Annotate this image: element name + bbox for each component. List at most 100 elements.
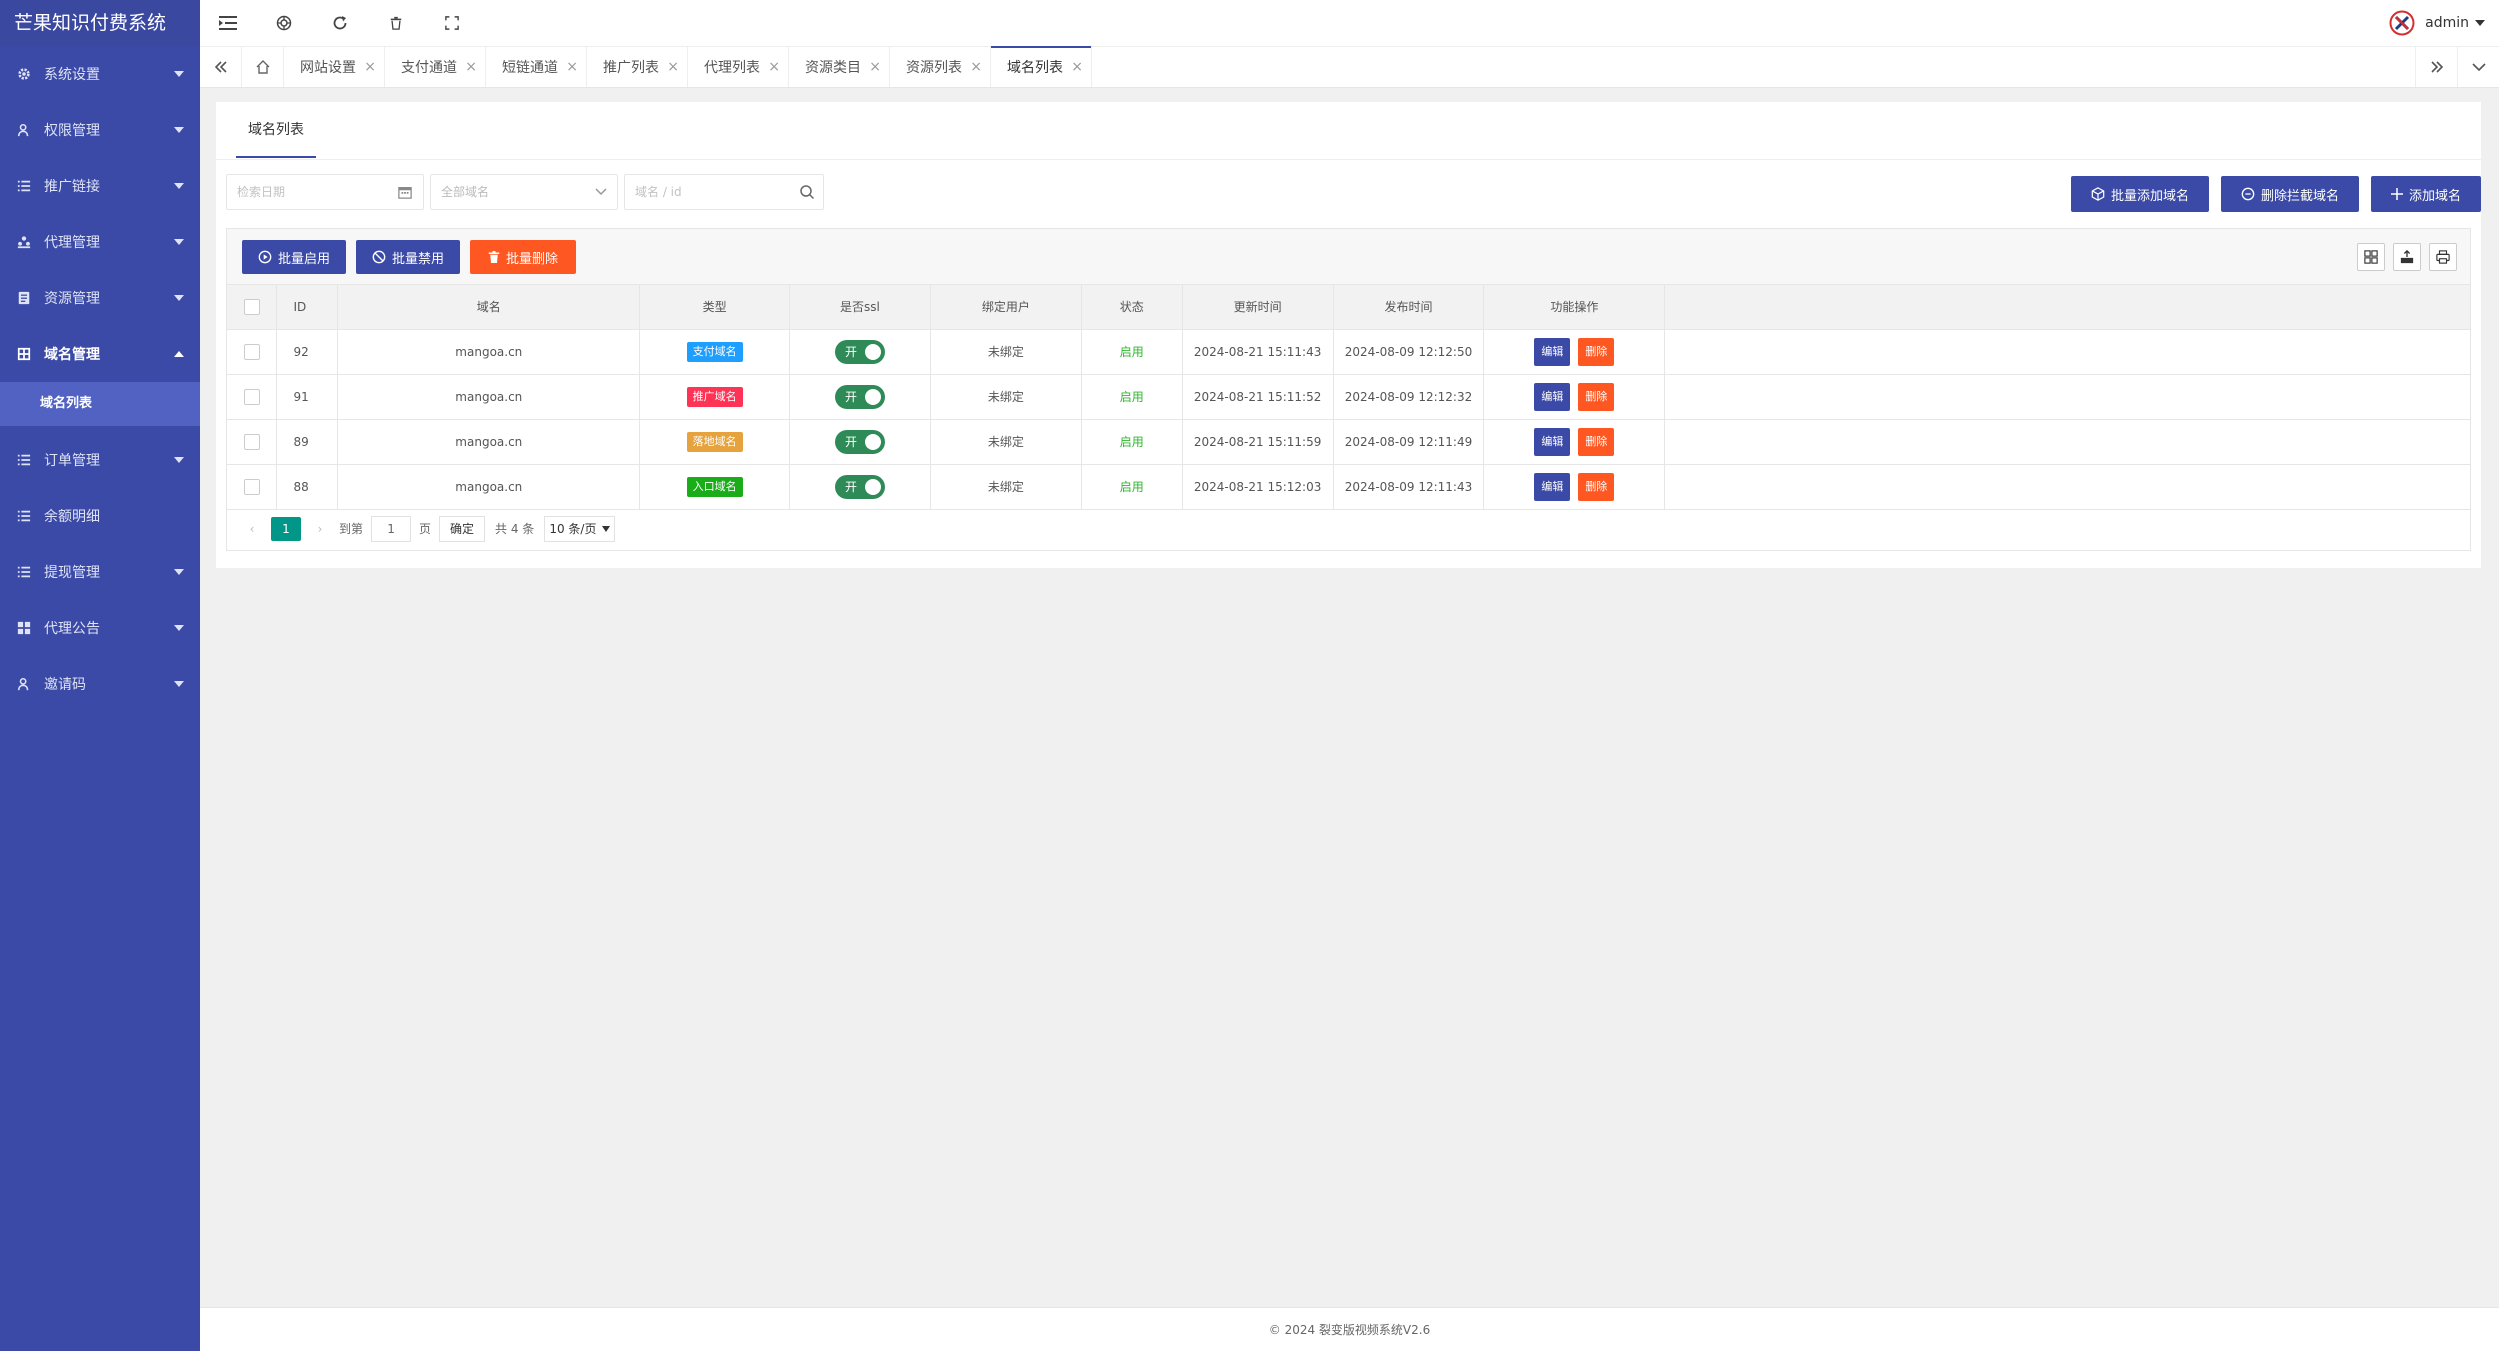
- row-id: 88: [276, 464, 339, 510]
- ssl-toggle[interactable]: 开: [834, 384, 885, 409]
- tab-domain-list[interactable]: 域名列表 ×: [991, 46, 1092, 87]
- sidebar-item-domain-list[interactable]: 域名列表: [0, 382, 200, 426]
- column-header-ssl[interactable]: 是否ssl: [789, 285, 931, 330]
- tab-scroll-right-icon[interactable]: [2415, 47, 2457, 87]
- column-header-type[interactable]: 类型: [639, 285, 791, 330]
- current-page[interactable]: 1: [271, 516, 301, 541]
- button-label: 添加域名: [2408, 188, 2461, 204]
- tab-resource-list[interactable]: 资源列表 ×: [890, 47, 991, 87]
- close-icon[interactable]: ×: [869, 59, 881, 75]
- close-icon[interactable]: ×: [768, 59, 780, 75]
- date-search-input[interactable]: [226, 174, 424, 210]
- row-select-cell: [227, 419, 278, 465]
- clear-cache-icon[interactable]: [368, 0, 424, 46]
- theme-icon[interactable]: [256, 0, 312, 46]
- tab-promo-list[interactable]: 推广列表 ×: [587, 47, 688, 87]
- delete-button[interactable]: 删除: [1578, 472, 1615, 501]
- column-header-published[interactable]: 发布时间: [1333, 285, 1485, 330]
- print-icon[interactable]: [2429, 243, 2457, 271]
- chevron-down-icon: [174, 71, 184, 77]
- fullscreen-icon[interactable]: [424, 0, 480, 46]
- row-checkbox[interactable]: [243, 433, 260, 450]
- batch-add-domains-button[interactable]: 批量添加域名: [2071, 176, 2209, 212]
- sidebar-item-domains[interactable]: 域名管理: [0, 326, 200, 382]
- close-icon[interactable]: ×: [667, 59, 679, 75]
- refresh-icon[interactable]: [312, 0, 368, 46]
- close-icon[interactable]: ×: [364, 59, 376, 75]
- column-header-domain[interactable]: 域名: [337, 285, 641, 330]
- keyword-search-input[interactable]: [624, 174, 824, 210]
- next-page-icon[interactable]: ›: [309, 522, 331, 536]
- row-actions-cell: 编辑 删除: [1483, 464, 1666, 510]
- sidebar-item-announcements[interactable]: 代理公告: [0, 600, 200, 656]
- delete-button[interactable]: 删除: [1578, 337, 1615, 366]
- prev-page-icon[interactable]: ‹: [241, 522, 263, 536]
- goto-page-input[interactable]: 1: [371, 515, 412, 542]
- tab-agent-list[interactable]: 代理列表 ×: [688, 47, 789, 87]
- row-updated: 2024-08-21 15:11:52: [1182, 374, 1334, 420]
- batch-enable-button[interactable]: 批量启用: [242, 240, 346, 274]
- delete-button[interactable]: 删除: [1578, 382, 1615, 411]
- batch-delete-button[interactable]: 批量删除: [470, 240, 576, 274]
- card-tab-domain-list[interactable]: 域名列表: [236, 102, 316, 158]
- close-icon[interactable]: ×: [970, 59, 982, 75]
- close-icon[interactable]: ×: [566, 59, 578, 75]
- button-label: 批量禁用: [391, 251, 444, 267]
- sidebar-item-permissions[interactable]: 权限管理: [0, 102, 200, 158]
- top-header: admin: [200, 0, 2499, 46]
- ssl-toggle[interactable]: 开: [834, 474, 885, 499]
- delete-circle-icon: [2241, 187, 2255, 201]
- delete-blocked-domains-button[interactable]: 删除拦截域名: [2221, 176, 2359, 212]
- play-circle-icon: [258, 250, 272, 264]
- edit-button[interactable]: 编辑: [1534, 427, 1571, 456]
- row-published: 2024-08-09 12:12:50: [1333, 329, 1485, 375]
- ssl-toggle[interactable]: 开: [834, 339, 885, 364]
- sidebar-item-balance[interactable]: 余额明细: [0, 488, 200, 544]
- sidebar-item-invite-codes[interactable]: 邀请码: [0, 656, 200, 712]
- close-icon[interactable]: ×: [465, 59, 477, 75]
- close-icon[interactable]: ×: [1071, 59, 1083, 75]
- delete-button[interactable]: 删除: [1578, 427, 1615, 456]
- ssl-toggle[interactable]: 开: [834, 429, 885, 454]
- columns-icon[interactable]: [2357, 243, 2385, 271]
- sidebar-item-system-settings[interactable]: 系统设置: [0, 46, 200, 102]
- batch-disable-button[interactable]: 批量禁用: [356, 240, 460, 274]
- select-value: 全部域名: [441, 185, 490, 199]
- select-all-checkbox[interactable]: [243, 298, 260, 315]
- tab-site-settings[interactable]: 网站设置 ×: [284, 47, 385, 87]
- goto-confirm-button[interactable]: 确定: [439, 515, 486, 542]
- add-domain-button[interactable]: 添加域名: [2371, 176, 2481, 212]
- tab-label: 代理列表: [704, 60, 760, 76]
- sidebar-item-orders[interactable]: 订单管理: [0, 432, 200, 488]
- sidebar-item-label: 资源管理: [44, 291, 100, 307]
- domain-type-select[interactable]: 全部域名: [430, 174, 618, 210]
- tab-menu-chevron-down-icon[interactable]: [2457, 47, 2499, 87]
- export-icon[interactable]: [2393, 243, 2421, 271]
- sidebar-item-agents[interactable]: 代理管理: [0, 214, 200, 270]
- row-status: 启用: [1081, 374, 1183, 420]
- column-header-updated[interactable]: 更新时间: [1182, 285, 1334, 330]
- sidebar-item-promo-links[interactable]: 推广链接: [0, 158, 200, 214]
- tab-payment-channels[interactable]: 支付通道 ×: [385, 47, 486, 87]
- user-menu[interactable]: admin: [2389, 10, 2499, 36]
- menu-toggle-icon[interactable]: [200, 0, 256, 46]
- column-header-actions[interactable]: 功能操作: [1483, 285, 1666, 330]
- row-updated: 2024-08-21 15:12:03: [1182, 464, 1334, 510]
- column-header-status[interactable]: 状态: [1081, 285, 1183, 330]
- home-icon[interactable]: [242, 47, 284, 87]
- edit-button[interactable]: 编辑: [1534, 472, 1571, 501]
- row-checkbox[interactable]: [243, 478, 260, 495]
- edit-button[interactable]: 编辑: [1534, 382, 1571, 411]
- tab-short-link-channels[interactable]: 短链通道 ×: [486, 47, 587, 87]
- chevron-down-icon: [174, 457, 184, 463]
- column-header-id[interactable]: ID: [276, 285, 339, 330]
- row-checkbox[interactable]: [243, 388, 260, 405]
- sidebar-item-resources[interactable]: 资源管理: [0, 270, 200, 326]
- page-size-select[interactable]: 10 条/页: [544, 515, 616, 542]
- row-checkbox[interactable]: [243, 343, 260, 360]
- edit-button[interactable]: 编辑: [1534, 337, 1571, 366]
- tab-resource-categories[interactable]: 资源类目 ×: [789, 47, 890, 87]
- tab-scroll-left-icon[interactable]: [200, 47, 242, 87]
- column-header-bound-user[interactable]: 绑定用户: [930, 285, 1082, 330]
- sidebar-item-withdrawals[interactable]: 提现管理: [0, 544, 200, 600]
